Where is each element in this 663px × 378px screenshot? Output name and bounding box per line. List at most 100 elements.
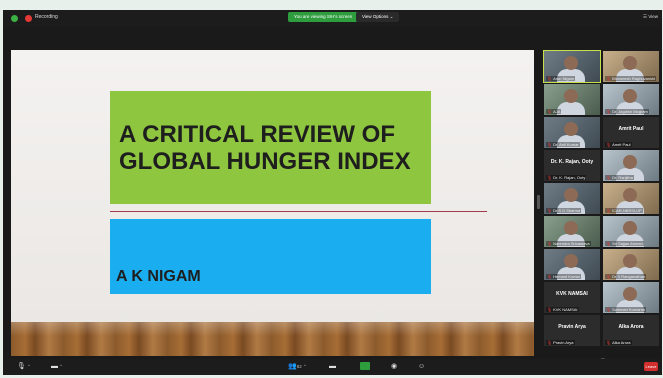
participant-name: Pravin Arya bbox=[553, 340, 574, 345]
participant-name-label: 🎙Dr. K. Rajan, Ooty bbox=[546, 175, 587, 180]
shared-slide: A CRITICAL REVIEW OF GLOBAL HUNGER INDEX… bbox=[11, 50, 534, 356]
title-divider bbox=[110, 211, 487, 212]
top-bar: Recording You are viewing SIH's screen V… bbox=[3, 10, 662, 27]
participant-name-label: 🎙AJA bbox=[546, 109, 562, 114]
participant-name: Bhuwnesh Raghuvanshi bbox=[612, 76, 656, 81]
muted-mic-icon: 🎙 bbox=[606, 142, 612, 147]
slide-author-box: A K NIGAM bbox=[110, 219, 431, 294]
participant-display-name: Amrit Paul bbox=[618, 126, 644, 132]
muted-mic-icon: 🎙 bbox=[547, 109, 553, 114]
muted-mic-icon: 🎙 bbox=[547, 76, 553, 81]
participant-tile[interactable]: Amrit Paul 🎙Amrit Paul bbox=[603, 117, 659, 148]
participant-head bbox=[564, 56, 578, 70]
recording-label: Recording bbox=[35, 14, 58, 20]
muted-mic-icon: 🎙 bbox=[547, 142, 553, 147]
leave-button[interactable]: Leave bbox=[644, 362, 658, 371]
participant-tile[interactable]: 🎙Dr. Jagdish Mogram bbox=[603, 84, 659, 115]
participant-head bbox=[623, 155, 637, 169]
view-options-button[interactable]: View Options ⌄ bbox=[356, 12, 400, 22]
participant-name-label: 🎙Arun Nigam bbox=[546, 76, 576, 81]
view-button[interactable]: ☰ View bbox=[643, 14, 658, 20]
participant-head bbox=[564, 89, 578, 103]
participant-name-label: 🎙Dr. Jagdish Mogram bbox=[605, 109, 649, 114]
participants-button[interactable]: 👥82 ⌃ bbox=[288, 362, 307, 372]
meeting-toolbar: 🎙 ⌃ ▬ ⌃ 👥82 ⌃ ▬ ◉ ☺ Leave bbox=[3, 359, 662, 375]
chat-icon[interactable]: ▬ bbox=[329, 362, 336, 372]
slide-title-box: A CRITICAL REVIEW OF GLOBAL HUNGER INDEX bbox=[110, 91, 431, 204]
participant-name: Dr. K. Rajan, Ooty bbox=[553, 175, 586, 180]
participant-name: Dr S.Ranganathan bbox=[612, 274, 646, 279]
muted-mic-icon: 🎙 bbox=[606, 241, 612, 246]
participant-tile[interactable]: 🎙Sri Sajjan Ahmed bbox=[603, 216, 659, 247]
muted-mic-icon: 🎙 bbox=[547, 241, 553, 246]
participant-display-name: Alka Arora bbox=[618, 324, 644, 330]
participant-tile[interactable]: 🎙Dr. Ranjitha bbox=[603, 150, 659, 181]
participant-tile[interactable]: 🎙Dr. Anil Kumar bbox=[544, 117, 600, 148]
participant-tile[interactable]: 🎙Dr S.Ranganathan bbox=[603, 249, 659, 280]
pane-resize-handle[interactable] bbox=[537, 195, 540, 209]
participant-head bbox=[623, 56, 637, 70]
record-icon[interactable]: ◉ bbox=[391, 362, 397, 372]
screen-share-notice: You are viewing SIH's screen bbox=[288, 12, 359, 22]
participant-head bbox=[623, 254, 637, 268]
participant-name: Amrit Paul bbox=[612, 142, 631, 147]
participant-name-label: 🎙KVK NAMSAI bbox=[546, 307, 579, 312]
muted-mic-icon: 🎙 bbox=[547, 274, 553, 279]
participant-tile[interactable]: 🎙Hemant Kumar bbox=[544, 249, 600, 280]
participant-name-label: 🎙Dr. Ranjitha bbox=[605, 175, 634, 180]
participant-name-label: 🎙Pravin Arya bbox=[546, 340, 575, 345]
reactions-icon[interactable]: ☺ bbox=[418, 362, 425, 372]
microphone-icon[interactable]: 🎙 ⌃ bbox=[17, 362, 31, 372]
participant-tile[interactable]: Pravin Arya 🎙Pravin Arya bbox=[544, 315, 600, 346]
participant-name-label: 🎙ICAR-NBSSLUP bbox=[605, 208, 643, 213]
participant-name-label: 🎙Dr S.Ranganathan bbox=[605, 274, 647, 279]
participant-tile[interactable]: 🎙Bhuwnesh Raghuvanshi bbox=[603, 51, 659, 82]
zoom-window: Recording You are viewing SIH's screen V… bbox=[3, 10, 662, 375]
participant-name: Narendra Srivastava bbox=[553, 241, 590, 246]
participant-name-label: 🎙Bhuwnesh Raghuvanshi bbox=[605, 76, 657, 81]
muted-mic-icon: 🎙 bbox=[606, 340, 612, 345]
participant-name: Dr. Ranjitha bbox=[612, 175, 633, 180]
recording-dot-icon bbox=[25, 15, 32, 22]
participant-name: AJA bbox=[553, 109, 561, 114]
muted-mic-icon: 🎙 bbox=[606, 76, 612, 81]
muted-mic-icon: 🎙 bbox=[606, 175, 612, 180]
slide-title: A CRITICAL REVIEW OF GLOBAL HUNGER INDEX bbox=[119, 120, 411, 175]
participant-name: Sri Sajjan Ahmed bbox=[612, 241, 643, 246]
participant-name-label: 🎙Suleman Kumaran bbox=[605, 307, 647, 312]
participant-head bbox=[623, 89, 637, 103]
participant-head bbox=[564, 122, 578, 136]
participant-name-label: 🎙Sri Sajjan Ahmed bbox=[605, 241, 644, 246]
share-screen-button[interactable] bbox=[360, 362, 370, 370]
participant-name: KVK NAMSAI bbox=[553, 307, 578, 312]
participant-head bbox=[564, 188, 578, 202]
muted-mic-icon: 🎙 bbox=[606, 307, 612, 312]
security-shield-icon[interactable] bbox=[11, 15, 18, 22]
participant-tile[interactable]: 🎙Narendra Srivastava bbox=[544, 216, 600, 247]
muted-mic-icon: 🎙 bbox=[547, 307, 553, 312]
participant-name-label: 🎙Hemant Kumar bbox=[546, 274, 581, 279]
participant-tile[interactable]: Dr. K. Rajan, Ooty 🎙Dr. K. Rajan, Ooty bbox=[544, 150, 600, 181]
participant-name: Dr. Anil Kumar bbox=[553, 142, 579, 147]
participant-tile[interactable]: 🎙Arun Nigam bbox=[543, 50, 601, 83]
participant-tile[interactable]: 🎙AJA bbox=[544, 84, 600, 115]
participant-head bbox=[564, 254, 578, 268]
participant-name: Dr S D Sharma bbox=[553, 208, 581, 213]
participant-tile[interactable]: 🎙Dr S D Sharma bbox=[544, 183, 600, 214]
participant-head bbox=[623, 188, 637, 202]
floor-shine bbox=[11, 322, 534, 336]
participant-name: ICAR-NBSSLUP bbox=[612, 208, 642, 213]
participant-tile[interactable]: 🎙Suleman Kumaran bbox=[603, 282, 659, 313]
participant-tile[interactable]: KVK NAMSAI 🎙KVK NAMSAI bbox=[544, 282, 600, 313]
participant-name: Hemant Kumar bbox=[553, 274, 580, 279]
video-camera-icon[interactable]: ▬ ⌃ bbox=[51, 362, 63, 372]
participant-name-label: 🎙Amrit Paul bbox=[605, 142, 632, 147]
participant-name: Suleman Kumaran bbox=[612, 307, 646, 312]
participant-name: Dr. Jagdish Mogram bbox=[612, 109, 648, 114]
muted-mic-icon: 🎙 bbox=[606, 274, 612, 279]
participant-name-label: 🎙Dr. Anil Kumar bbox=[546, 142, 580, 147]
participant-tile[interactable]: Alka Arora 🎙Alka Arora bbox=[603, 315, 659, 346]
participant-head bbox=[623, 287, 637, 301]
participant-tile[interactable]: 🎙ICAR-NBSSLUP bbox=[603, 183, 659, 214]
participant-name-label: 🎙Narendra Srivastava bbox=[546, 241, 591, 246]
